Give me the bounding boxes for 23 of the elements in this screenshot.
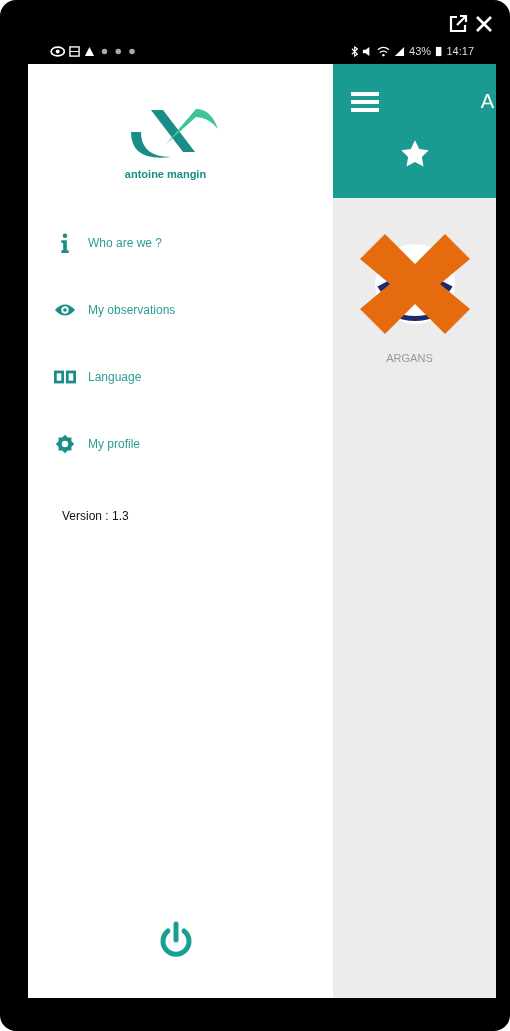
app-title: A [480, 90, 494, 113]
battery-percent: 43% [409, 45, 432, 57]
menu-icon[interactable] [351, 90, 379, 113]
settings-icon [54, 433, 76, 455]
logo-text: antoine mangin [124, 168, 207, 180]
menu-item[interactable]: Language [54, 364, 176, 390]
star-icon[interactable] [399, 139, 430, 169]
menu-item[interactable]: Who are we ? [54, 230, 176, 256]
warning-icon [84, 45, 96, 57]
wifi-icon [377, 45, 391, 57]
image-icon [69, 45, 81, 57]
crossed-logo-drawing[interactable] [359, 234, 470, 334]
close-icon[interactable] [474, 14, 494, 34]
version-text: Version : 1.3 [62, 509, 129, 523]
eye-icon [50, 45, 66, 57]
battery-icon [435, 45, 443, 57]
external-link-icon[interactable] [448, 14, 468, 34]
signal-icon [394, 45, 406, 57]
card-label: ARGANS [386, 352, 433, 364]
menu-item[interactable]: My observations [54, 297, 176, 323]
bluetooth-icon [350, 45, 359, 57]
clock-time: 14:17 [446, 45, 474, 57]
menu-item[interactable]: My profile [54, 431, 176, 457]
